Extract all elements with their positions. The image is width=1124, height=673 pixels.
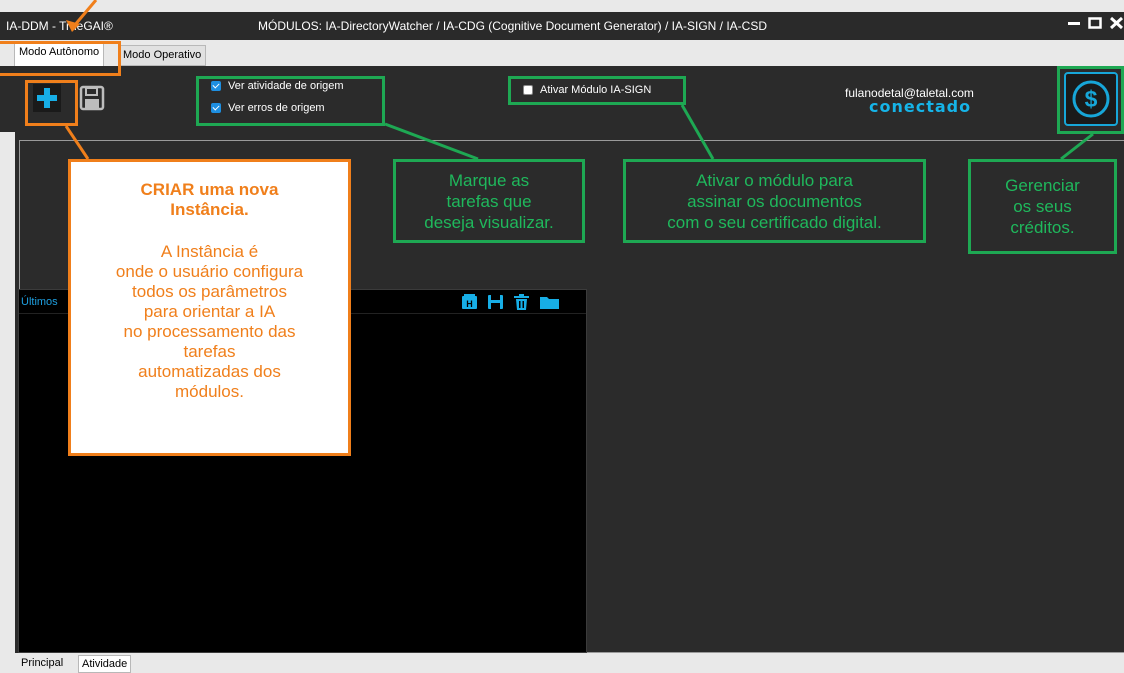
highlight-credits	[1057, 66, 1124, 134]
connection-status: conectado	[869, 97, 972, 116]
highlight-add-button	[25, 80, 78, 126]
callout-line: A Instância é	[160, 242, 259, 261]
callout-line: tarefas que	[446, 191, 532, 211]
callout-line: Gerenciar	[1005, 176, 1080, 195]
callout-line: para orientar a IA	[143, 302, 276, 321]
callout-line: Ativar o módulo para	[696, 170, 853, 190]
save-button[interactable]	[78, 84, 106, 112]
callout-line: onde o usuário configura	[115, 262, 304, 281]
save-icon[interactable]	[487, 294, 504, 310]
bottom-tabstrip: Principal Atividade	[0, 653, 1124, 673]
callout-line: créditos.	[1010, 218, 1075, 237]
history-icon[interactable]: H	[461, 294, 478, 310]
trash-icon[interactable]	[513, 294, 530, 310]
folder-icon[interactable]	[539, 294, 561, 310]
log-panel-title: Últimos	[21, 296, 58, 308]
callout-line: deseja visualizar.	[424, 212, 554, 232]
tab-modo-operativo[interactable]: Modo Operativo	[118, 45, 207, 66]
mode-tabstrip: Modo Autônomo Modo Operativo	[0, 40, 1124, 66]
callout-tasks: Marque as tarefas que deseja visualizar.	[393, 159, 585, 243]
callout-line: com o seu certificado digital.	[667, 212, 882, 232]
callout-line: assinar os documentos	[687, 191, 862, 211]
modules-title: MÓDULOS: IA-DirectoryWatcher / IA-CDG (C…	[258, 19, 768, 33]
callout-body: A Instância é onde o usuário configura t…	[71, 242, 348, 402]
maximize-icon[interactable]	[1088, 16, 1102, 33]
title-bar: IA-DDM - TrueGAI® MÓDULOS: IA-DirectoryW…	[0, 12, 1124, 40]
app-title: IA-DDM - TrueGAI®	[6, 19, 113, 33]
callout-heading: CRIAR uma nova Instância.	[140, 180, 279, 219]
highlight-modo-autonomo	[0, 41, 121, 76]
tab-atividade[interactable]: Atividade	[78, 655, 132, 673]
callout-create-instance: CRIAR uma nova Instância. A Instância é …	[68, 159, 351, 456]
minimize-icon[interactable]	[1067, 16, 1081, 33]
svg-text:H: H	[466, 299, 473, 309]
callout-line: todos os parâmetros	[132, 282, 287, 301]
highlight-checkboxes	[196, 76, 385, 126]
callout-sign-module: Ativar o módulo para assinar os document…	[623, 159, 926, 243]
callout-line: Marque as	[448, 170, 530, 190]
callout-line: tarefas	[183, 342, 236, 361]
close-icon[interactable]	[1109, 16, 1124, 33]
callout-line: módulos.	[175, 382, 244, 401]
app-root: IA-DDM - TrueGAI® MÓDULOS: IA-DirectoryW…	[0, 0, 1124, 673]
callout-line: os seus	[1013, 197, 1072, 216]
callout-line: automatizadas dos	[138, 362, 281, 381]
save-icon	[79, 85, 105, 111]
tab-principal[interactable]: Principal	[18, 655, 67, 671]
highlight-sign-checkbox	[508, 76, 686, 105]
callout-line: no processamento das	[123, 322, 296, 341]
callout-credits: Gerenciar os seus créditos.	[968, 159, 1117, 254]
